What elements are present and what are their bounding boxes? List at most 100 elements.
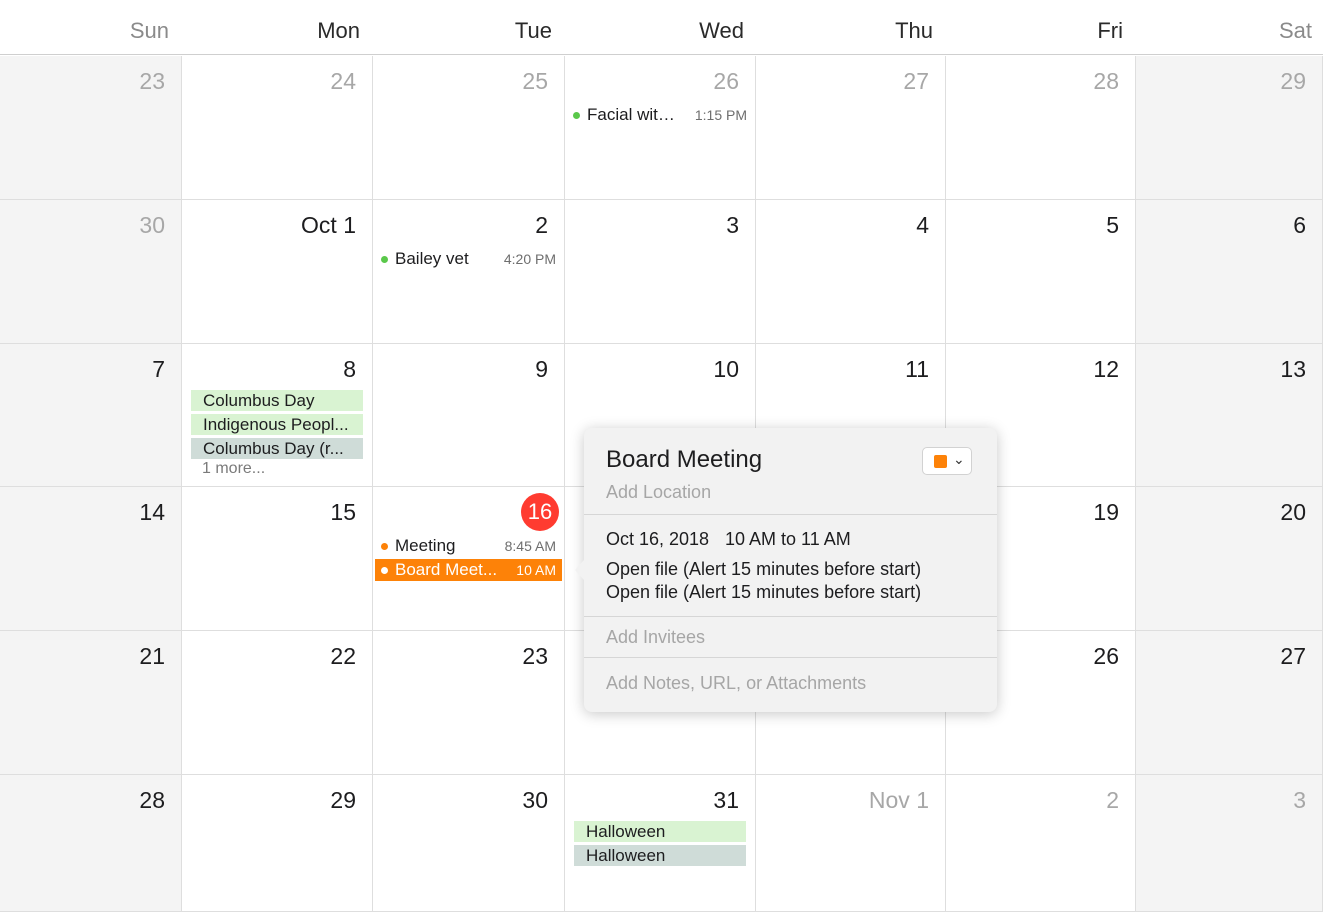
event-dot-icon: [381, 567, 388, 574]
day-number: 26: [713, 68, 739, 94]
day-number: 11: [905, 356, 929, 382]
weekday-label: Tue: [514, 18, 552, 43]
day-cell[interactable]: 27: [1136, 631, 1323, 775]
day-number: 14: [139, 499, 165, 525]
day-cell[interactable]: 28: [946, 56, 1136, 200]
day-cell[interactable]: 31 Halloween Halloween: [565, 775, 756, 912]
day-cell[interactable]: 30: [373, 775, 565, 912]
day-number: 20: [1280, 499, 1306, 525]
add-notes-field[interactable]: Add Notes, URL, or Attachments: [606, 673, 866, 694]
day-cell[interactable]: 3: [1136, 775, 1323, 912]
day-number: 25: [522, 68, 548, 94]
day-number: 15: [330, 499, 356, 525]
event-date: Oct 16, 2018: [606, 529, 710, 549]
day-cell[interactable]: 13: [1136, 344, 1323, 487]
day-number: 8: [343, 356, 356, 382]
day-cell[interactable]: 8 Columbus Day Indigenous Peopl... Columbus…: [182, 344, 373, 487]
day-cell[interactable]: 29: [1136, 56, 1323, 200]
divider: [584, 616, 997, 617]
event-alert[interactable]: Open file (Alert 15 minutes before start…: [606, 559, 921, 580]
day-number: 4: [916, 212, 929, 238]
weekday-label: Fri: [1097, 18, 1123, 43]
all-day-event[interactable]: Columbus Day (r...: [191, 438, 363, 459]
all-day-event[interactable]: Columbus Day: [191, 390, 363, 411]
event-title: Board Meet...: [395, 560, 498, 579]
event-title: Facial wit…: [587, 105, 675, 124]
day-number: 2: [1106, 787, 1119, 813]
day-cell[interactable]: 24: [182, 56, 373, 200]
day-number: 30: [522, 787, 548, 813]
today-date-badge: 16: [521, 493, 559, 531]
day-number: 24: [330, 68, 356, 94]
day-cell[interactable]: 23: [373, 631, 565, 775]
day-number: 19: [1093, 499, 1119, 525]
event-dot-icon: [381, 543, 388, 550]
event-dot-icon: [381, 256, 388, 263]
day-number: 23: [139, 68, 165, 94]
event-title: Meeting: [395, 536, 456, 555]
weekday-label: Sun: [129, 18, 169, 43]
day-cell[interactable]: 6: [1136, 200, 1323, 344]
event-alert[interactable]: Open file (Alert 15 minutes before start…: [606, 582, 921, 603]
day-cell[interactable]: 25: [373, 56, 565, 200]
add-location-field[interactable]: Add Location: [606, 482, 711, 503]
day-cell[interactable]: 16 Meeting 8:45 AM Board Meet... 10 AM: [373, 487, 565, 631]
divider: [584, 514, 997, 515]
day-number: 28: [139, 787, 165, 813]
day-cell[interactable]: 7: [0, 344, 182, 487]
day-cell[interactable]: 3: [565, 200, 756, 344]
day-number: Oct 1: [301, 212, 356, 238]
calendar-event[interactable]: Board Meet... 10 AM: [375, 559, 562, 581]
event-time: 10 AM to 11 AM: [725, 529, 851, 549]
day-number: 3: [1293, 787, 1306, 813]
day-number: 27: [1280, 643, 1306, 669]
day-cell[interactable]: Nov 1: [756, 775, 946, 912]
calendar-color-swatch: [934, 455, 947, 468]
day-cell[interactable]: 2 Bailey vet 4:20 PM: [373, 200, 565, 344]
add-invitees-field[interactable]: Add Invitees: [606, 627, 705, 648]
calendar-event[interactable]: Facial wit… 1:15 PM: [571, 104, 747, 126]
day-cell[interactable]: 21: [0, 631, 182, 775]
calendar-event[interactable]: Meeting 8:45 AM: [379, 535, 556, 557]
event-dot-icon: [573, 112, 580, 119]
day-number: 31: [713, 787, 739, 813]
day-cell[interactable]: 29: [182, 775, 373, 912]
day-cell[interactable]: 23: [0, 56, 182, 200]
event-time: 4:20 PM: [503, 251, 556, 267]
day-cell[interactable]: Oct 1: [182, 200, 373, 344]
day-number: Nov 1: [868, 787, 929, 813]
day-cell[interactable]: 27: [756, 56, 946, 200]
calendar-event[interactable]: Bailey vet 4:20 PM: [379, 248, 556, 270]
day-number: 10: [713, 356, 739, 382]
day-cell[interactable]: 5: [946, 200, 1136, 344]
day-cell[interactable]: 15: [182, 487, 373, 631]
day-number: 7: [152, 356, 165, 382]
all-day-event[interactable]: Indigenous Peopl...: [191, 414, 363, 435]
day-number: 28: [1093, 68, 1119, 94]
day-number: 12: [1093, 356, 1119, 382]
day-number: 9: [535, 356, 548, 382]
calendar-color-picker[interactable]: ⌄: [922, 447, 972, 475]
event-time: 1:15 PM: [694, 107, 747, 123]
weekday-label: Wed: [699, 18, 744, 43]
day-cell[interactable]: 22: [182, 631, 373, 775]
event-title[interactable]: Board Meeting: [606, 446, 762, 474]
day-cell[interactable]: 28: [0, 775, 182, 912]
weekday-label: Mon: [317, 18, 360, 43]
weekday-label: Sat: [1278, 18, 1312, 43]
all-day-event[interactable]: Halloween: [574, 821, 746, 842]
day-cell[interactable]: 4: [756, 200, 946, 344]
day-cell[interactable]: 30: [0, 200, 182, 344]
day-number: 2: [535, 212, 548, 238]
day-cell[interactable]: 2: [946, 775, 1136, 912]
day-cell[interactable]: 20: [1136, 487, 1323, 631]
day-number: 29: [330, 787, 356, 813]
all-day-event[interactable]: Halloween: [574, 845, 746, 866]
day-number: 21: [139, 643, 165, 669]
day-cell[interactable]: 9: [373, 344, 565, 487]
more-events-link[interactable]: 1 more...: [202, 460, 265, 478]
day-cell[interactable]: 14: [0, 487, 182, 631]
day-number: 23: [522, 643, 548, 669]
day-cell[interactable]: 26 Facial wit… 1:15 PM: [565, 56, 756, 200]
day-number: 26: [1093, 643, 1119, 669]
